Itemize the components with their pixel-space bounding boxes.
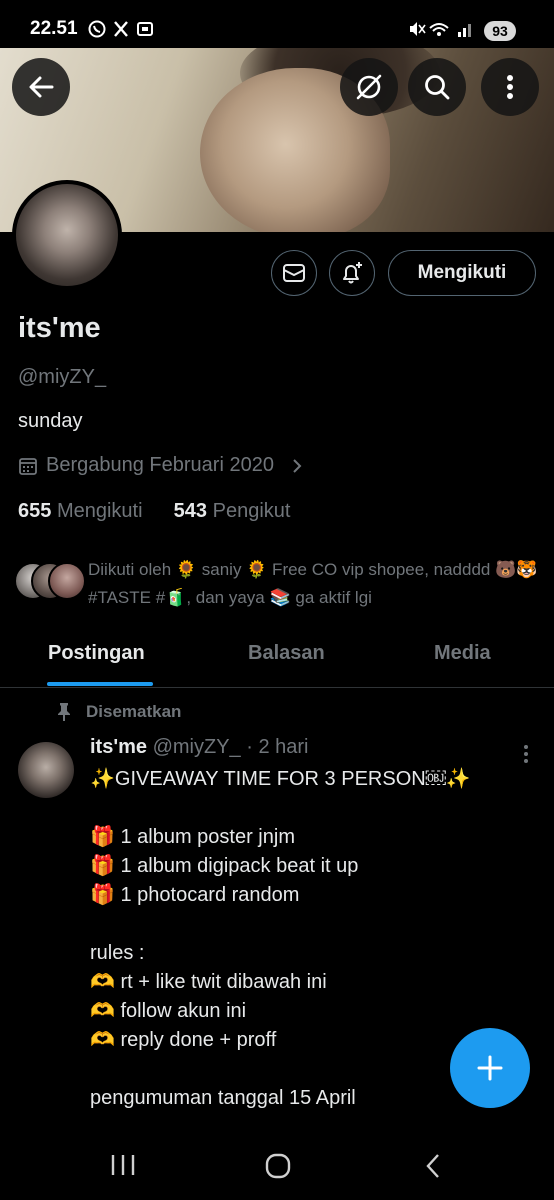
- grok-button[interactable]: [340, 58, 398, 116]
- pin-icon: [58, 703, 70, 721]
- system-icons: [408, 20, 478, 41]
- following-link[interactable]: 655 Mengikuti: [18, 500, 143, 522]
- profile-bio: sunday: [18, 410, 83, 432]
- status-time: 22.51: [30, 18, 78, 39]
- tabs-divider: [0, 687, 554, 688]
- post-author-handle[interactable]: @miyZY_: [153, 736, 241, 758]
- home-icon[interactable]: [264, 1152, 292, 1180]
- back-arrow-icon: [29, 76, 54, 98]
- avatar-photo: [16, 184, 118, 286]
- notifications-button[interactable]: [329, 250, 375, 296]
- followers-link[interactable]: 543 Pengikut: [174, 500, 291, 522]
- plus-icon: [477, 1055, 503, 1081]
- whatsapp-x-screenshot-icons: [88, 20, 153, 38]
- recent-apps-icon[interactable]: [108, 1152, 138, 1178]
- more-vertical-icon: [524, 745, 528, 763]
- chevron-right-icon: [293, 458, 302, 473]
- followed-by-avatars[interactable]: [14, 562, 86, 600]
- post-text: ✨GIVEAWAY TIME FOR 3 PERSON￼✨ 🎁 1 album …: [90, 768, 471, 1109]
- following-count: 655: [18, 500, 52, 522]
- status-bar: 22.51 93: [0, 0, 554, 48]
- followers-label: Pengikut: [212, 500, 291, 522]
- battery-indicator: 93: [484, 21, 516, 41]
- envelope-icon: [283, 264, 305, 282]
- search-icon: [425, 75, 450, 100]
- followers-count: 543: [173, 500, 208, 522]
- followed-by-text[interactable]: Diikuti oleh 🌻 saniy 🌻 Free CO vip shope…: [88, 556, 538, 612]
- back-button[interactable]: [12, 58, 70, 116]
- joined-date: Bergabung Februari 2020: [46, 454, 274, 476]
- notification-icons: [88, 20, 168, 42]
- compose-post-button[interactable]: [450, 1028, 530, 1108]
- following-label: Mengikuti: [56, 500, 143, 522]
- joined-date-row[interactable]: Bergabung Februari 2020: [18, 454, 304, 477]
- post-header: its'me @miyZY_ · 2 hari: [90, 736, 308, 759]
- message-button[interactable]: [271, 250, 317, 296]
- active-tab-indicator: [47, 682, 153, 686]
- mute-wifi-signal-icons: [410, 22, 471, 37]
- post-time: · 2 hari: [246, 736, 309, 758]
- follow-stats: 655 Mengikuti 543 Pengikut: [18, 500, 290, 523]
- system-navigation-bar: [0, 1134, 554, 1200]
- more-vertical-icon: [507, 75, 513, 99]
- post-more-button[interactable]: [516, 742, 536, 766]
- grok-icon: [356, 74, 382, 100]
- more-options-button[interactable]: [481, 58, 539, 116]
- tab-replies[interactable]: Balasan: [248, 642, 325, 665]
- follower-avatar: [48, 562, 86, 600]
- post-author-avatar[interactable]: [18, 742, 74, 798]
- profile-handle: @miyZY_: [18, 366, 107, 388]
- search-button[interactable]: [408, 58, 466, 116]
- tab-media[interactable]: Media: [434, 642, 491, 665]
- bell-plus-icon: [343, 262, 362, 284]
- profile-name: its'me: [18, 312, 101, 344]
- back-nav-icon[interactable]: [422, 1152, 444, 1180]
- profile-tabs: Postingan Balasan Media: [0, 632, 554, 686]
- post-author-name[interactable]: its'me: [90, 736, 147, 758]
- following-button[interactable]: Mengikuti: [388, 250, 536, 296]
- calendar-icon: [19, 457, 37, 475]
- profile-avatar[interactable]: [12, 180, 122, 290]
- pinned-label-row: Disematkan: [56, 702, 181, 722]
- pinned-label: Disematkan: [86, 702, 182, 721]
- tab-posts[interactable]: Postingan: [48, 642, 145, 665]
